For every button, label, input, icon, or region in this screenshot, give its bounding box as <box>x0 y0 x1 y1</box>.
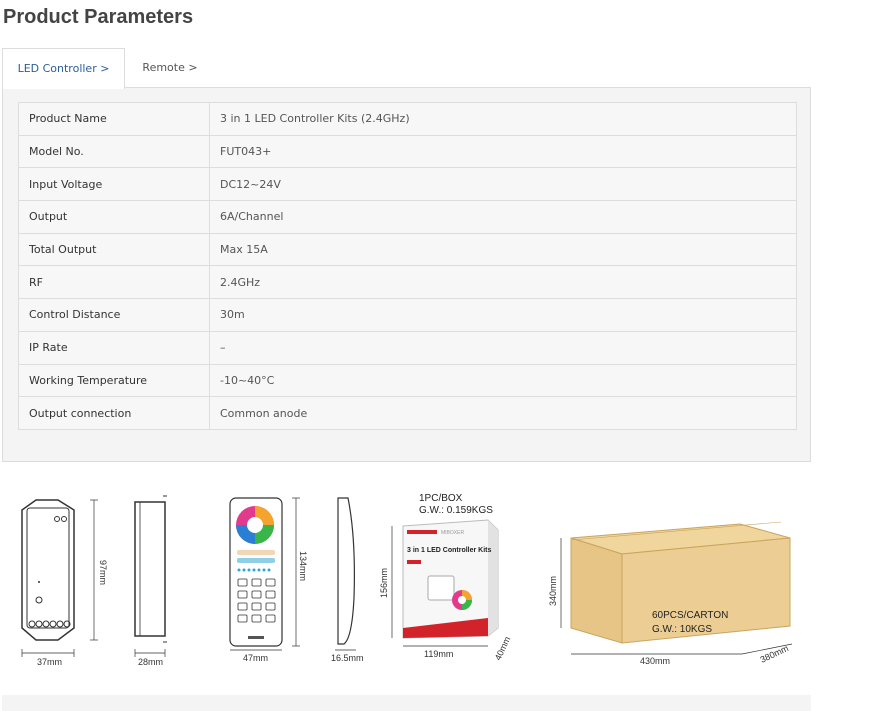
remote-width-label: 47mm <box>243 653 268 663</box>
retail-box-drawing: MIBOXER 3 in 1 LED Controller Kits <box>391 519 499 647</box>
carton-qty-label: 60PCS/CARTON <box>652 610 728 621</box>
param-key: Control Distance <box>18 298 210 332</box>
tab-remote[interactable]: Remote > <box>125 48 215 88</box>
param-value: -10~40°C <box>209 363 797 398</box>
controller-front-drawing <box>21 499 98 657</box>
param-key: Total Output <box>18 232 210 267</box>
param-value: 30m <box>209 298 797 332</box>
table-row: Output 6A/Channel <box>18 200 797 234</box>
table-row: Product Name 3 in 1 LED Controller Kits (… <box>18 102 797 136</box>
controller-width-label: 37mm <box>37 657 62 667</box>
remote-depth-label: 16.5mm <box>331 653 364 663</box>
box-title-text: 3 in 1 LED Controller Kits <box>407 547 492 554</box>
remote-front-drawing <box>229 497 300 651</box>
param-key: Input Voltage <box>18 167 210 202</box>
param-value: 3 in 1 LED Controller Kits (2.4GHz) <box>209 102 797 136</box>
table-row: Input Voltage DC12~24V <box>18 167 797 202</box>
table-row: Model No. FUT043+ <box>18 134 797 169</box>
param-value: DC12~24V <box>209 167 797 202</box>
tab-bar: LED Controller > Remote > <box>2 48 812 89</box>
table-row: Working Temperature -10~40°C <box>18 363 797 398</box>
param-value: 6A/Channel <box>209 200 797 234</box>
carton-depth-label: 380mm <box>759 643 790 665</box>
table-row: IP Rate – <box>18 330 797 365</box>
controller-side-drawing <box>134 495 167 657</box>
param-value: Common anode <box>209 396 797 430</box>
param-value: – <box>209 330 797 365</box>
table-row: Output connection Common anode <box>18 396 797 430</box>
param-value: FUT043+ <box>209 134 797 169</box>
controller-depth-label: 28mm <box>138 657 163 667</box>
param-value: 2.4GHz <box>209 265 797 300</box>
box-weight-label: G.W.: 0.159KGS <box>419 505 493 516</box>
table-row: RF 2.4GHz <box>18 265 797 300</box>
remote-height-label: 134mm <box>298 551 308 581</box>
carton-weight-label: G.W.: 10KGS <box>652 624 712 635</box>
tab-led-controller[interactable]: LED Controller > <box>2 48 125 89</box>
param-key: Output connection <box>18 396 210 430</box>
carton-height-label: 340mm <box>548 576 558 606</box>
box-depth-label: 40mm <box>493 635 513 662</box>
remote-side-drawing <box>335 497 356 651</box>
carton-width-label: 430mm <box>640 656 670 666</box>
box-qty-label: 1PC/BOX <box>419 493 463 504</box>
param-value: Max 15A <box>209 232 797 267</box>
table-row: Total Output Max 15A <box>18 232 797 267</box>
param-key: Product Name <box>18 102 210 136</box>
box-height-label: 156mm <box>379 568 389 598</box>
param-key: RF <box>18 265 210 300</box>
bottom-panel-edge <box>2 695 811 711</box>
param-key: Output <box>18 200 210 234</box>
parameters-panel: Product Name 3 in 1 LED Controller Kits (… <box>2 87 811 462</box>
box-brand-text: MIBOXER <box>441 530 464 536</box>
box-width-label: 119mm <box>424 649 453 659</box>
product-dimension-diagram: 37mm 97mm 28mm 47mm 134mm 16.5mm 1PC/BOX… <box>0 478 881 688</box>
controller-height-label: 97mm <box>98 560 108 585</box>
parameters-table: Product Name 3 in 1 LED Controller Kits (… <box>18 102 797 430</box>
param-key: Working Temperature <box>18 363 210 398</box>
param-key: IP Rate <box>18 330 210 365</box>
table-row: Control Distance 30m <box>18 298 797 332</box>
param-key: Model No. <box>18 134 210 169</box>
page-title: Product Parameters <box>3 6 194 28</box>
